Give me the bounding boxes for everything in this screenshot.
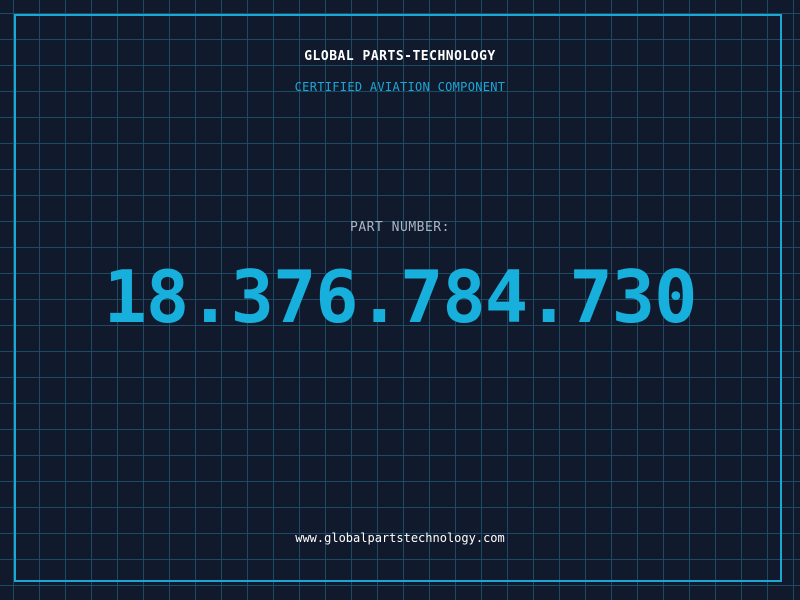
part-number-value: 18.376.784.730: [103, 255, 698, 339]
website-url: www.globalpartstechnology.com: [295, 531, 505, 545]
part-number-label: PART NUMBER:: [350, 220, 450, 235]
brand-name: GLOBAL PARTS-TECHNOLOGY: [304, 49, 496, 64]
certification-subtitle: CERTIFIED AVIATION COMPONENT: [294, 80, 506, 94]
